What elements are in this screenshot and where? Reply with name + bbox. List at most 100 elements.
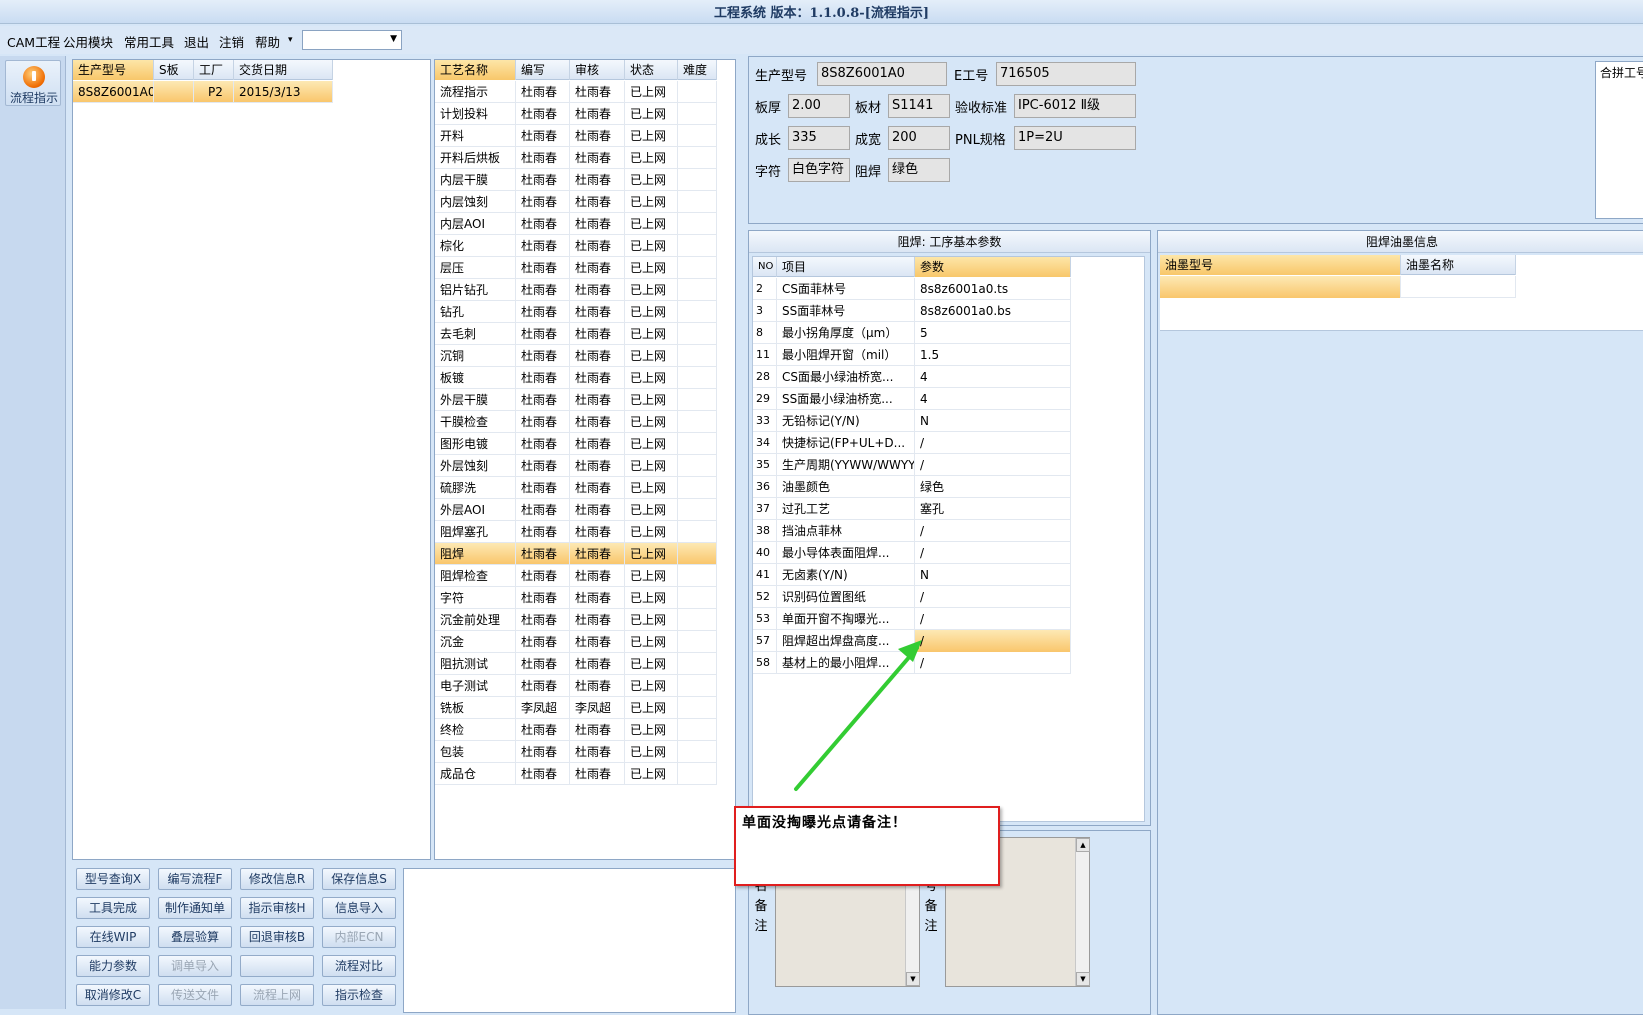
- table-row[interactable]: 去毛刺 杜雨春 杜雨春 已上网: [435, 323, 717, 345]
- table-row[interactable]: 外层AOI 杜雨春 杜雨春 已上网: [435, 499, 717, 521]
- menu-combo-box[interactable]: ▼: [302, 30, 402, 50]
- pnl-field[interactable]: 1P=2U: [1014, 126, 1136, 150]
- table-row[interactable]: 52 识别码位置图纸 /: [753, 586, 1071, 608]
- table-row[interactable]: 开料 杜雨春 杜雨春 已上网: [435, 125, 717, 147]
- process-col-difficulty[interactable]: 难度: [678, 60, 717, 80]
- table-row[interactable]: 钻孔 杜雨春 杜雨春 已上网: [435, 301, 717, 323]
- material-field[interactable]: S1141: [888, 94, 950, 118]
- flow-indication-button[interactable]: 流程指示: [5, 60, 61, 106]
- table-row[interactable]: 36 油墨颜色 绿色: [753, 476, 1071, 498]
- action-button[interactable]: 流程上网: [240, 984, 314, 1006]
- table-row[interactable]: 34 快捷标记(FP+UL+D... /: [753, 432, 1071, 454]
- orders-col-factory[interactable]: 工厂: [194, 60, 234, 80]
- table-row[interactable]: 35 生产周期(YYWW/WWYY) /: [753, 454, 1071, 476]
- process-col-writer[interactable]: 编写: [516, 60, 570, 80]
- orders-col-sboard[interactable]: S板: [154, 60, 194, 80]
- menu-cam[interactable]: CAM工程: [7, 32, 60, 51]
- action-button[interactable]: 能力参数: [76, 955, 150, 977]
- model-field[interactable]: 8S8Z6001A0: [817, 62, 947, 86]
- table-row[interactable]: 棕化 杜雨春 杜雨春 已上网: [435, 235, 717, 257]
- table-row[interactable]: 28 CS面最小绿油桥宽... 4: [753, 366, 1071, 388]
- process-col-reviewer[interactable]: 审核: [570, 60, 625, 80]
- table-row[interactable]: 37 过孔工艺 塞孔: [753, 498, 1071, 520]
- mask-field[interactable]: 绿色: [888, 158, 950, 182]
- table-row[interactable]: 8 最小拐角厚度（μm） 5: [753, 322, 1071, 344]
- process-col-name[interactable]: 工艺名称: [435, 60, 516, 80]
- thickness-field[interactable]: 2.00: [788, 94, 850, 118]
- table-row[interactable]: 成品仓 杜雨春 杜雨春 已上网: [435, 763, 717, 785]
- scroll-up-icon[interactable]: ▲: [1076, 838, 1090, 852]
- table-row[interactable]: 3 SS面菲林号 8s8z6001a0.bs: [753, 300, 1071, 322]
- action-button[interactable]: 保存信息S: [322, 868, 396, 890]
- table-row[interactable]: 内层干膜 杜雨春 杜雨春 已上网: [435, 169, 717, 191]
- ink-col-name[interactable]: 油墨名称: [1401, 255, 1516, 275]
- width-field[interactable]: 200: [888, 126, 950, 150]
- table-row[interactable]: 沉铜 杜雨春 杜雨春 已上网: [435, 345, 717, 367]
- menu-common-modules[interactable]: 公用模块: [63, 32, 113, 51]
- action-button[interactable]: 取消修改C: [76, 984, 150, 1006]
- action-button[interactable]: 编写流程F: [158, 868, 232, 890]
- params-col-item[interactable]: 项目: [777, 257, 915, 277]
- table-row[interactable]: 字符 杜雨春 杜雨春 已上网: [435, 587, 717, 609]
- table-row[interactable]: 29 SS面最小绿油桥宽... 4: [753, 388, 1071, 410]
- table-row[interactable]: 包装 杜雨春 杜雨春 已上网: [435, 741, 717, 763]
- length-field[interactable]: 335: [788, 126, 850, 150]
- char-field[interactable]: 白色字符: [788, 158, 850, 182]
- table-row[interactable]: 铝片钻孔 杜雨春 杜雨春 已上网: [435, 279, 717, 301]
- table-row[interactable]: 内层蚀刻 杜雨春 杜雨春 已上网: [435, 191, 717, 213]
- table-row[interactable]: 8S8Z6001A0 P2 2015/3/13: [73, 81, 333, 103]
- table-row[interactable]: 33 无铅标记(Y/N) N: [753, 410, 1071, 432]
- table-row[interactable]: 计划投料 杜雨春 杜雨春 已上网: [435, 103, 717, 125]
- table-row[interactable]: 板镀 杜雨春 杜雨春 已上网: [435, 367, 717, 389]
- table-row[interactable]: 沉金 杜雨春 杜雨春 已上网: [435, 631, 717, 653]
- scroll-down-icon[interactable]: ▼: [1076, 972, 1090, 986]
- params-col-value[interactable]: 参数: [915, 257, 1071, 277]
- memo-right-scrollbar[interactable]: ▲ ▼: [1075, 838, 1090, 986]
- action-button[interactable]: 信息导入: [322, 897, 396, 919]
- action-button[interactable]: 指示审核H: [240, 897, 314, 919]
- action-button[interactable]: 回退审核B: [240, 926, 314, 948]
- table-row[interactable]: 内层AOI 杜雨春 杜雨春 已上网: [435, 213, 717, 235]
- ink-row[interactable]: [1160, 276, 1516, 298]
- menu-exit[interactable]: 退出: [184, 32, 209, 51]
- orders-col-date[interactable]: 交货日期: [234, 60, 333, 80]
- table-row[interactable]: 外层干膜 杜雨春 杜雨春 已上网: [435, 389, 717, 411]
- orders-col-model[interactable]: 生产型号: [73, 60, 154, 80]
- standard-field[interactable]: IPC-6012 Ⅱ级: [1014, 94, 1136, 118]
- action-button[interactable]: 调单导入: [158, 955, 232, 977]
- table-row[interactable]: 阻焊检查 杜雨春 杜雨春 已上网: [435, 565, 717, 587]
- scroll-down-icon[interactable]: ▼: [906, 972, 920, 986]
- menu-logout[interactable]: 注销: [219, 32, 244, 51]
- action-button[interactable]: 指示检查: [322, 984, 396, 1006]
- ink-col-model[interactable]: 油墨型号: [1160, 255, 1401, 275]
- action-button[interactable]: 内部ECN: [322, 926, 396, 948]
- action-button[interactable]: [240, 955, 314, 977]
- params-col-no[interactable]: NO: [753, 257, 777, 277]
- table-row[interactable]: 11 最小阻焊开窗（mil） 1.5: [753, 344, 1071, 366]
- table-row[interactable]: 41 无卤素(Y/N) N: [753, 564, 1071, 586]
- action-button[interactable]: 制作通知单: [158, 897, 232, 919]
- process-col-status[interactable]: 状态: [625, 60, 678, 80]
- action-button[interactable]: 修改信息R: [240, 868, 314, 890]
- action-button[interactable]: 在线WIP: [76, 926, 150, 948]
- action-button[interactable]: 流程对比: [322, 955, 396, 977]
- table-row[interactable]: 铣板 李凤超 李凤超 已上网: [435, 697, 717, 719]
- menu-help[interactable]: 帮助: [255, 32, 280, 51]
- action-button[interactable]: 传送文件: [158, 984, 232, 1006]
- table-row[interactable]: 干膜检查 杜雨春 杜雨春 已上网: [435, 411, 717, 433]
- action-button[interactable]: 叠层验算: [158, 926, 232, 948]
- menu-common-tools[interactable]: 常用工具: [124, 32, 174, 51]
- table-row[interactable]: 硫膠洗 杜雨春 杜雨春 已上网: [435, 477, 717, 499]
- menu-dropdown-icon[interactable]: ▾: [288, 35, 293, 45]
- table-row[interactable]: 流程指示 杜雨春 杜雨春 已上网: [435, 81, 717, 103]
- table-row[interactable]: 38 挡油点菲林 /: [753, 520, 1071, 542]
- table-row[interactable]: 阻抗测试 杜雨春 杜雨春 已上网: [435, 653, 717, 675]
- eno-field[interactable]: 716505: [996, 62, 1136, 86]
- table-row[interactable]: 阻焊塞孔 杜雨春 杜雨春 已上网: [435, 521, 717, 543]
- action-button[interactable]: 型号查询X: [76, 868, 150, 890]
- table-row[interactable]: 开料后烘板 杜雨春 杜雨春 已上网: [435, 147, 717, 169]
- table-row[interactable]: 阻焊 杜雨春 杜雨春 已上网: [435, 543, 717, 565]
- table-row[interactable]: 图形电镀 杜雨春 杜雨春 已上网: [435, 433, 717, 455]
- table-row[interactable]: 外层蚀刻 杜雨春 杜雨春 已上网: [435, 455, 717, 477]
- table-row[interactable]: 终检 杜雨春 杜雨春 已上网: [435, 719, 717, 741]
